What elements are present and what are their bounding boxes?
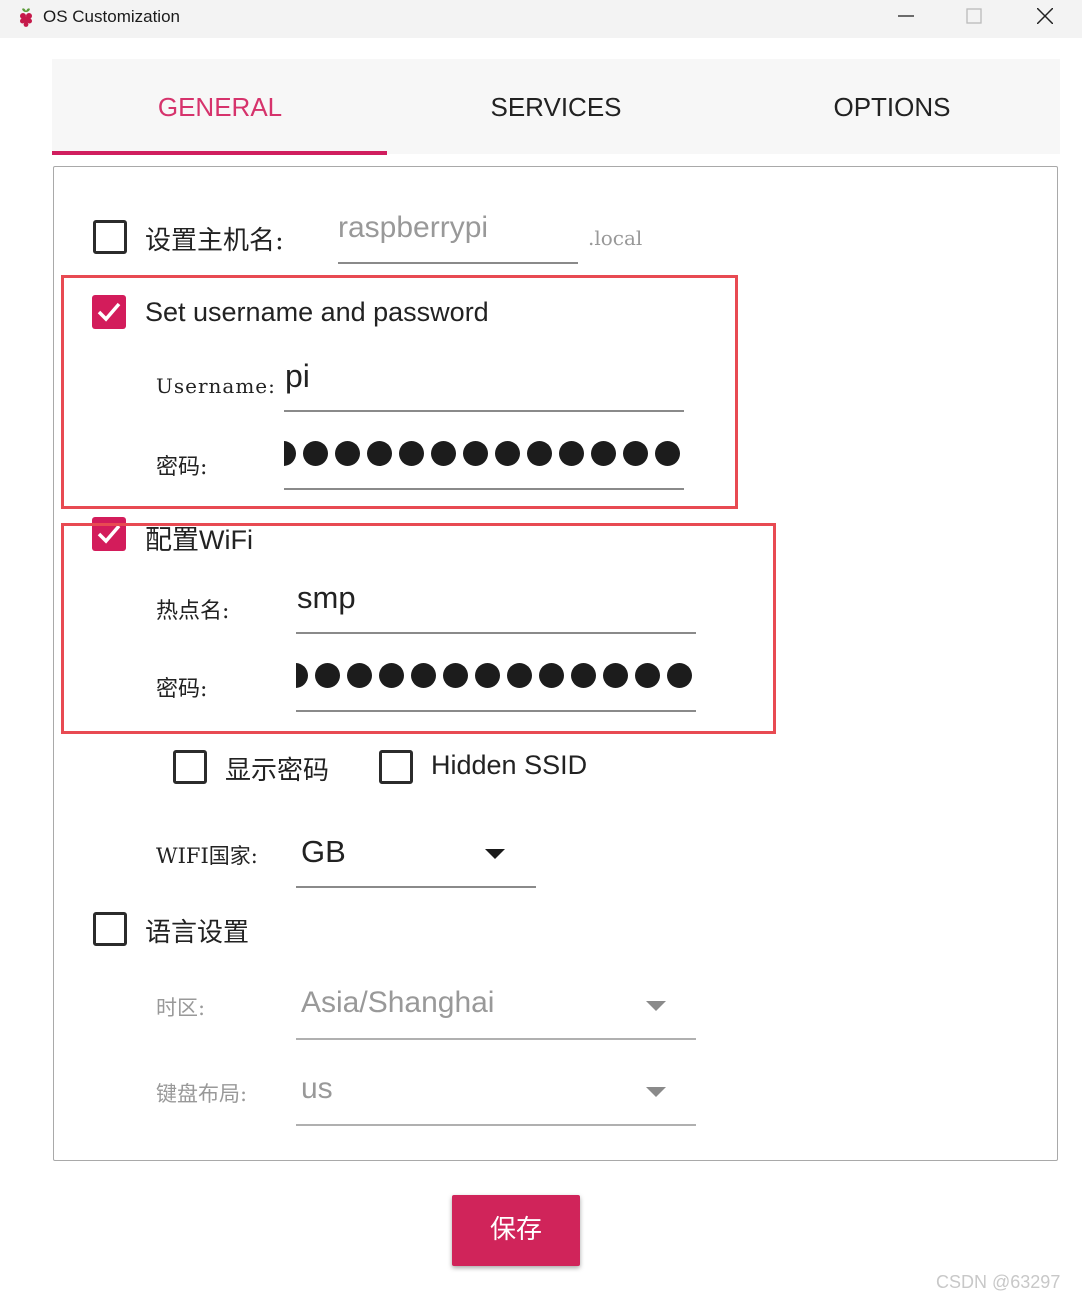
wifi-country-label: WIFI国家: [156, 844, 258, 868]
wifi-country-value: GB [301, 834, 346, 869]
hostname-input[interactable]: raspberrypi [338, 211, 488, 245]
highlight-box-wifi [61, 523, 776, 734]
close-icon [1037, 8, 1053, 24]
title-bar: OS Customization [0, 0, 1082, 38]
keyboard-label: 键盘布局: [156, 1082, 248, 1106]
keyboard-select[interactable]: us [296, 1066, 696, 1124]
tab-general[interactable]: GENERAL [52, 59, 388, 154]
show-password-label: 显示密码 [225, 756, 330, 786]
locale-label: 语言设置 [145, 918, 250, 948]
highlight-box-user [61, 275, 738, 509]
timezone-value: Asia/Shanghai [301, 986, 495, 1019]
wifi-country-select[interactable]: GB [296, 830, 536, 888]
chevron-down-icon [485, 849, 505, 859]
chevron-down-icon [646, 1001, 666, 1011]
locale-checkbox[interactable] [93, 912, 127, 946]
watermark: CSDN @63297 [936, 1272, 1061, 1292]
keyboard-underline [296, 1124, 696, 1126]
active-tab-indicator [52, 151, 387, 155]
maximize-button[interactable] [944, 0, 1004, 34]
hostname-label: 设置主机名: [145, 226, 284, 256]
hostname-suffix: .local [588, 226, 643, 250]
close-button[interactable] [1015, 0, 1075, 34]
wifi-country-underline [296, 886, 536, 888]
tab-options[interactable]: OPTIONS [724, 59, 1060, 154]
hostname-checkbox[interactable] [93, 220, 127, 254]
tab-bar: GENERAL SERVICES OPTIONS [52, 59, 1060, 154]
timezone-select[interactable]: Asia/Shanghai [296, 980, 696, 1038]
hidden-ssid-label: Hidden SSID [431, 750, 588, 780]
timezone-underline [296, 1038, 696, 1040]
show-password-checkbox[interactable] [173, 750, 207, 784]
timezone-label: 时区: [156, 996, 206, 1020]
minimize-button[interactable] [876, 0, 936, 34]
hidden-ssid-checkbox[interactable] [379, 750, 413, 784]
window-title: OS Customization [43, 7, 180, 26]
tab-services[interactable]: SERVICES [388, 59, 724, 154]
maximize-icon [966, 8, 982, 24]
save-button[interactable]: 保存 [452, 1195, 580, 1266]
raspberry-pi-logo-icon [15, 6, 37, 28]
keyboard-value: us [301, 1072, 333, 1105]
minimize-icon [898, 15, 914, 17]
hostname-underline [338, 262, 578, 264]
chevron-down-icon [646, 1087, 666, 1097]
